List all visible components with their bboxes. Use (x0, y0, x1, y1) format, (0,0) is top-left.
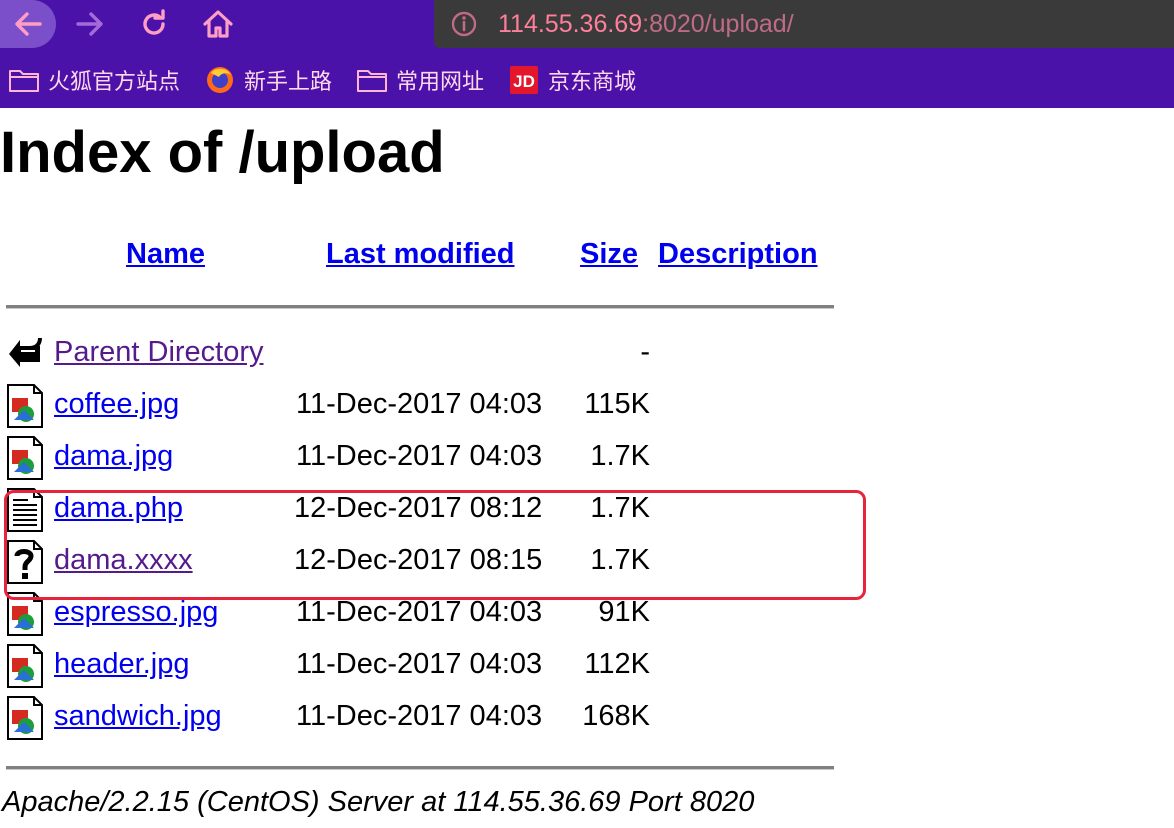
folder-icon (356, 66, 388, 94)
highlight-annotation (4, 490, 866, 600)
row-date: 11-Dec-2017 04:03 (296, 388, 543, 420)
back-folder-icon (9, 337, 42, 367)
bookmark-label: 火狐官方站点 (48, 69, 181, 94)
column-header-last-modified[interactable]: Last modified (326, 238, 515, 271)
browser-toolbar: 114.55.36.69:8020/upload/ (0, 0, 1174, 52)
bookmarks-bar: 火狐官方站点 新手上路 常用网址 JD 京东商城 (0, 52, 1174, 108)
file-link[interactable]: espresso.jpg (54, 596, 218, 629)
file-link[interactable]: coffee.jpg (54, 388, 179, 421)
url-text[interactable]: 114.55.36.69:8020/upload/ (498, 10, 794, 39)
row-date: 11-Dec-2017 04:03 (296, 596, 543, 628)
reload-icon (143, 9, 165, 35)
reload-button[interactable] (134, 0, 174, 48)
home-button[interactable] (196, 0, 240, 48)
home-icon (203, 10, 233, 38)
image-icon (6, 644, 44, 688)
column-header-name[interactable]: Name (126, 238, 205, 271)
row-date: 11-Dec-2017 04:03 (296, 700, 543, 732)
url-bar[interactable]: 114.55.36.69:8020/upload/ (434, 0, 1174, 48)
row-size: 168K (582, 700, 650, 732)
bookmark-firefox-official[interactable]: 火狐官方站点 (8, 60, 180, 100)
bookmark-jd-mall[interactable]: JD 京东商城 (508, 60, 636, 100)
url-host: 114.55.36.69 (498, 9, 643, 38)
divider-top (6, 305, 834, 309)
url-path: :8020/upload/ (642, 9, 794, 38)
row-size: - (640, 336, 650, 368)
bookmark-label: 新手上路 (244, 69, 333, 94)
back-arrow-icon (15, 12, 42, 36)
row-size: 1.7K (590, 440, 650, 472)
jd-icon: JD (508, 66, 540, 94)
info-icon[interactable] (450, 10, 478, 38)
image-icon (6, 436, 44, 480)
row-date: 11-Dec-2017 04:03 (296, 648, 543, 680)
image-icon (6, 384, 44, 428)
row-size: 115K (584, 388, 650, 420)
divider-bottom (6, 766, 834, 770)
back-button[interactable] (0, 0, 56, 48)
forward-button[interactable] (70, 0, 110, 48)
file-link[interactable]: header.jpg (54, 648, 189, 681)
server-signature: Apache/2.2.15 (CentOS) Server at 114.55.… (2, 786, 755, 818)
column-header-description[interactable]: Description (658, 238, 818, 271)
file-link[interactable]: sandwich.jpg (54, 700, 222, 733)
image-icon (6, 696, 44, 740)
bookmark-label: 京东商城 (548, 69, 637, 94)
column-header-size[interactable]: Size (580, 238, 638, 271)
firefox-icon (204, 66, 236, 94)
bookmark-label: 常用网址 (396, 69, 485, 94)
page-title: Index of /upload (0, 120, 445, 185)
file-link[interactable]: dama.jpg (54, 440, 173, 473)
bookmark-common-sites[interactable]: 常用网址 (356, 60, 484, 100)
row-size: 91K (598, 596, 650, 628)
row-date: 11-Dec-2017 04:03 (296, 440, 543, 472)
parent-directory-link[interactable]: Parent Directory (54, 336, 264, 369)
forward-arrow-icon (76, 12, 103, 36)
row-size: 112K (584, 648, 650, 680)
bookmark-getting-started[interactable]: 新手上路 (204, 60, 332, 100)
folder-icon (8, 66, 40, 94)
svg-text:JD: JD (513, 72, 535, 91)
